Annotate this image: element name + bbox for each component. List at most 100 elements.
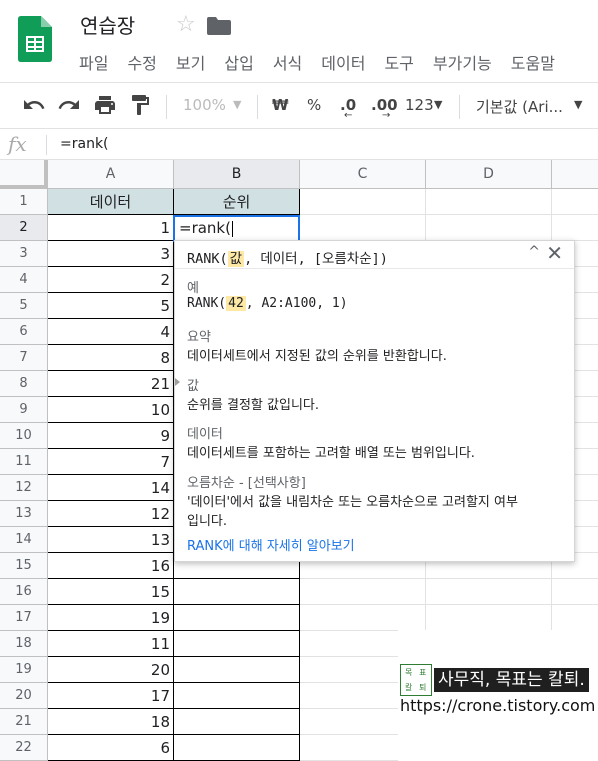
font-select[interactable]: 기본값 (Ari... xyxy=(476,96,563,117)
column-header-a[interactable]: A xyxy=(48,160,174,189)
print-icon[interactable] xyxy=(93,93,117,117)
row-header[interactable]: 20 xyxy=(0,683,48,709)
row-header[interactable]: 22 xyxy=(0,735,48,761)
row-header[interactable]: 12 xyxy=(0,475,48,501)
cell-a-value[interactable]: 16 xyxy=(48,553,174,579)
cell[interactable] xyxy=(426,605,552,631)
row-header[interactable]: 1 xyxy=(0,189,48,215)
formula-input[interactable]: =rank( xyxy=(60,136,109,152)
row-header[interactable]: 2 xyxy=(0,215,48,241)
cell-a-value[interactable]: 2 xyxy=(48,267,174,293)
cell-a-value[interactable]: 12 xyxy=(48,501,174,527)
column-header-d[interactable]: D xyxy=(426,160,552,189)
cell[interactable] xyxy=(174,579,300,605)
row-header[interactable]: 13 xyxy=(0,501,48,527)
collapse-icon[interactable]: ^ xyxy=(528,244,540,260)
cell[interactable] xyxy=(174,683,300,709)
cell-a-value[interactable]: 20 xyxy=(48,657,174,683)
row-header[interactable]: 11 xyxy=(0,449,48,475)
row-header[interactable]: 6 xyxy=(0,319,48,345)
close-icon[interactable]: ✕ xyxy=(546,241,563,265)
cell-a-value[interactable]: 15 xyxy=(48,579,174,605)
cell-a-value[interactable]: 21 xyxy=(48,371,174,397)
cell-a-value[interactable]: 10 xyxy=(48,397,174,423)
undo-icon[interactable] xyxy=(22,93,46,117)
cell-a-value[interactable]: 8 xyxy=(48,345,174,371)
star-icon[interactable]: ☆ xyxy=(176,13,196,37)
cell-a-value[interactable]: 11 xyxy=(48,631,174,657)
folder-icon[interactable] xyxy=(207,17,231,35)
menu-view[interactable]: 보기 xyxy=(176,50,205,74)
active-cell-b2[interactable]: =rank( xyxy=(173,215,300,242)
cell[interactable] xyxy=(426,189,552,215)
row-header[interactable]: 7 xyxy=(0,345,48,371)
cell-a-value[interactable]: 18 xyxy=(48,709,174,735)
percent-format-button[interactable]: % xyxy=(307,96,321,114)
cell-a-value[interactable]: 7 xyxy=(48,449,174,475)
row-header[interactable]: 18 xyxy=(0,631,48,657)
cell-a-value[interactable]: 13 xyxy=(48,527,174,553)
menu-insert[interactable]: 삽입 xyxy=(224,50,253,74)
cell-a-value[interactable]: 4 xyxy=(48,319,174,345)
font-dropdown-icon[interactable]: ▼ xyxy=(574,98,582,111)
learn-more-link[interactable]: RANK에 대해 자세히 알아보기 xyxy=(187,535,355,554)
cell[interactable] xyxy=(552,605,598,631)
row-header[interactable]: 10 xyxy=(0,423,48,449)
cell-b1-header[interactable]: 순위 xyxy=(174,189,300,215)
row-header[interactable]: 5 xyxy=(0,293,48,319)
row-header[interactable]: 14 xyxy=(0,527,48,553)
row-header[interactable]: 4 xyxy=(0,267,48,293)
cell[interactable] xyxy=(300,605,426,631)
menu-tools[interactable]: 도구 xyxy=(384,50,413,74)
cell[interactable] xyxy=(552,189,598,215)
menu-file[interactable]: 파일 xyxy=(79,50,108,74)
select-all-corner[interactable] xyxy=(0,160,48,189)
cell-a-value[interactable]: 14 xyxy=(48,475,174,501)
cell[interactable] xyxy=(552,579,598,605)
zoom-dropdown-icon[interactable]: ▼ xyxy=(233,98,241,111)
cell[interactable] xyxy=(174,709,300,735)
menu-help[interactable]: 도움말 xyxy=(511,50,555,74)
more-formats-dropdown-icon[interactable]: ▼ xyxy=(434,98,442,111)
cell-a-value[interactable]: 1 xyxy=(48,215,174,241)
row-header[interactable]: 3 xyxy=(0,241,48,267)
cell-a1-header[interactable]: 데이터 xyxy=(48,189,174,215)
sheets-logo-icon[interactable] xyxy=(18,16,52,62)
row-header[interactable]: 17 xyxy=(0,605,48,631)
paint-format-icon[interactable] xyxy=(128,93,152,117)
cell-a-value[interactable]: 6 xyxy=(48,735,174,761)
cell[interactable] xyxy=(174,631,300,657)
menu-data[interactable]: 데이터 xyxy=(321,50,365,74)
cell-a-value[interactable]: 5 xyxy=(48,293,174,319)
cell[interactable] xyxy=(174,605,300,631)
cell[interactable] xyxy=(426,215,552,241)
cell-a-value[interactable]: 3 xyxy=(48,241,174,267)
cell[interactable] xyxy=(426,579,552,605)
more-formats-button[interactable]: 123 xyxy=(405,96,434,114)
cell[interactable] xyxy=(300,189,426,215)
row-header[interactable]: 9 xyxy=(0,397,48,423)
zoom-select[interactable]: 100% xyxy=(183,96,226,114)
cell[interactable] xyxy=(174,657,300,683)
currency-format-button[interactable]: ₩ xyxy=(272,96,289,114)
row-header[interactable]: 16 xyxy=(0,579,48,605)
column-header-e[interactable] xyxy=(552,160,598,189)
redo-icon[interactable] xyxy=(57,93,81,117)
row-header[interactable]: 21 xyxy=(0,709,48,735)
column-header-b[interactable]: B xyxy=(174,160,300,189)
menu-format[interactable]: 서식 xyxy=(273,50,302,74)
cell-a-value[interactable]: 17 xyxy=(48,683,174,709)
row-header[interactable]: 15 xyxy=(0,553,48,579)
menu-addons[interactable]: 부가기능 xyxy=(433,50,492,74)
row-header[interactable]: 19 xyxy=(0,657,48,683)
cell[interactable] xyxy=(552,215,598,241)
document-title[interactable]: 연습장 xyxy=(80,10,135,39)
column-header-c[interactable]: C xyxy=(300,160,426,189)
cell-a-value[interactable]: 19 xyxy=(48,605,174,631)
cell[interactable] xyxy=(174,735,300,761)
menu-edit[interactable]: 수정 xyxy=(127,50,156,74)
cell[interactable] xyxy=(300,215,426,241)
cell-a-value[interactable]: 9 xyxy=(48,423,174,449)
row-header[interactable]: 8 xyxy=(0,371,48,397)
cell[interactable] xyxy=(300,579,426,605)
